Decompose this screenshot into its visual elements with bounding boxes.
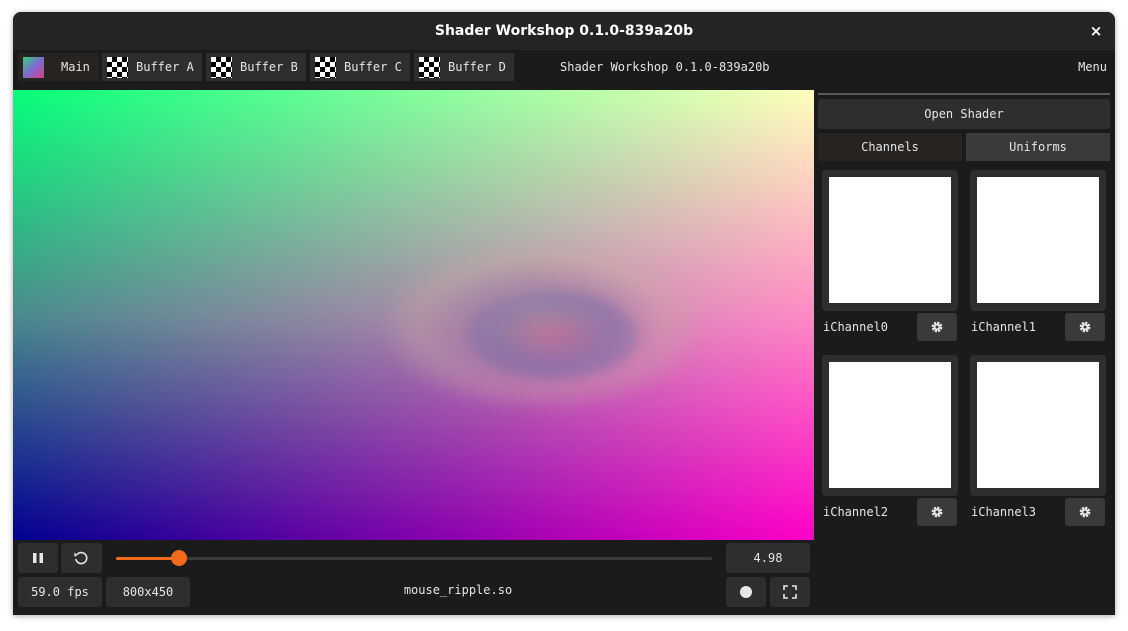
ripple-center: [468, 290, 638, 380]
tab-label: Main: [61, 60, 90, 74]
open-shader-button[interactable]: Open Shader: [818, 99, 1110, 129]
checker-icon: [107, 57, 128, 78]
side-panel: Open Shader Channels Uniforms iChannel0 …: [814, 84, 1115, 615]
gear-icon: [931, 506, 943, 518]
record-button[interactable]: [726, 577, 766, 607]
tab-uniforms[interactable]: Uniforms: [966, 133, 1110, 161]
channel-settings-button[interactable]: [917, 498, 957, 526]
channel-label: iChannel1: [971, 320, 1037, 334]
tab-main[interactable]: Main: [18, 53, 99, 81]
menu-button[interactable]: Menu: [1078, 50, 1107, 84]
tab-label: Buffer C: [344, 60, 402, 74]
buffer-tab-bar: Main Buffer A Buffer B Buffer C Buffer D…: [13, 50, 1115, 84]
shader-filename: mouse_ripple.so: [403, 583, 513, 597]
resolution-display[interactable]: 800x450: [106, 577, 190, 607]
gear-icon: [931, 321, 943, 333]
pause-button[interactable]: [18, 543, 58, 573]
channel-slot-2[interactable]: [822, 355, 958, 496]
gear-icon: [1079, 506, 1091, 518]
fullscreen-icon: [783, 585, 797, 599]
slider-thumb[interactable]: [170, 550, 187, 566]
fps-display: 59.0 fps: [18, 577, 102, 607]
tab-buffer-b[interactable]: Buffer B: [206, 53, 306, 81]
window-title: Shader Workshop 0.1.0-839a20b: [434, 23, 694, 39]
channel-label: iChannel0: [823, 320, 889, 334]
channel-thumbnail: [829, 362, 951, 488]
channel-thumbnail: [829, 177, 951, 303]
title-bar[interactable]: Shader Workshop 0.1.0-839a20b ×: [13, 12, 1115, 50]
time-slider[interactable]: [116, 550, 712, 566]
app-window: Shader Workshop 0.1.0-839a20b × Main Buf…: [13, 12, 1115, 615]
channel-slot-0[interactable]: [822, 170, 958, 311]
tab-buffer-a[interactable]: Buffer A: [102, 53, 202, 81]
header-title: Shader Workshop 0.1.0-839a20b: [560, 60, 770, 74]
time-value[interactable]: 4.98: [726, 543, 810, 573]
channel-label: iChannel2: [823, 505, 889, 519]
checker-icon: [315, 57, 336, 78]
fullscreen-button[interactable]: [770, 577, 810, 607]
checker-icon: [419, 57, 440, 78]
tab-buffer-d[interactable]: Buffer D: [414, 53, 514, 81]
channel-slot-1[interactable]: [970, 170, 1106, 311]
channel-settings-button[interactable]: [1065, 498, 1105, 526]
channel-thumbnail: [977, 177, 1099, 303]
tab-label: Buffer D: [448, 60, 506, 74]
reset-icon: [74, 551, 88, 565]
record-icon: [740, 586, 752, 598]
tab-label: Buffer B: [240, 60, 298, 74]
channel-slot-3[interactable]: [970, 355, 1106, 496]
channel-settings-button[interactable]: [1065, 313, 1105, 341]
tab-label: Buffer A: [136, 60, 194, 74]
channel-label: iChannel3: [971, 505, 1037, 519]
panel-divider: [818, 93, 1110, 95]
tab-channels[interactable]: Channels: [818, 133, 962, 161]
channel-thumbnail: [977, 362, 1099, 488]
shader-viewport[interactable]: [13, 90, 814, 540]
checker-icon: [211, 57, 232, 78]
tab-buffer-c[interactable]: Buffer C: [310, 53, 410, 81]
close-button[interactable]: ×: [1087, 22, 1105, 40]
gradient-icon: [23, 57, 44, 78]
slider-fill: [116, 557, 179, 560]
pause-icon: [33, 553, 43, 563]
channel-settings-button[interactable]: [917, 313, 957, 341]
gear-icon: [1079, 321, 1091, 333]
reset-button[interactable]: [61, 543, 102, 573]
